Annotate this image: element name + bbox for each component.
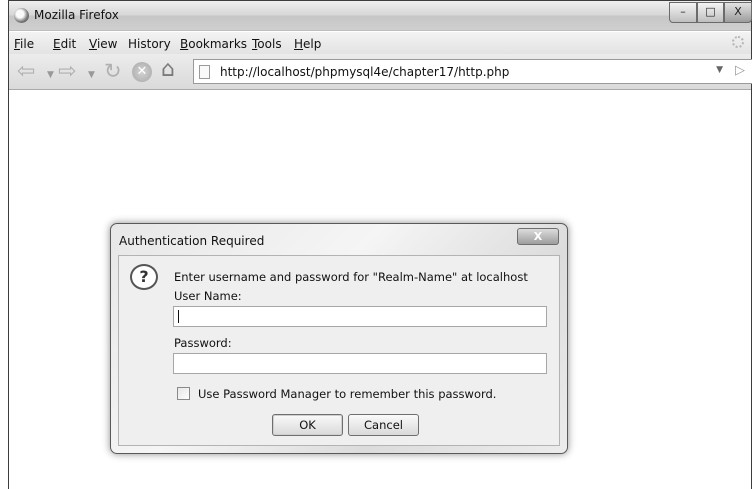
close-window-button[interactable]: X [724,2,752,23]
dialog-body: ? Enter username and password for "Realm… [118,255,560,446]
url-text[interactable]: http://localhost/phpmysql4e/chapter17/ht… [220,65,509,79]
forward-arrow-icon[interactable]: ⇨ [58,61,76,83]
menu-tools-label: ools [257,37,282,51]
remember-password-checkbox[interactable] [177,387,190,400]
password-input[interactable] [173,353,547,374]
question-icon: ? [130,264,158,290]
url-dropdown-icon[interactable]: ▼ [716,65,723,75]
throbber-icon [732,36,744,48]
back-arrow-icon[interactable]: ⇦ [17,61,35,83]
dialog-title: Authentication Required [119,234,265,248]
title-bar: Mozilla Firefox – □ X [9,1,752,31]
auth-prompt: Enter username and password for "Realm-N… [174,270,528,284]
back-history-dropdown-icon[interactable]: ▼ [47,65,54,85]
menu-help[interactable]: Help [294,37,321,51]
menu-history[interactable]: History [128,37,171,51]
menu-view[interactable]: View [89,37,117,51]
menu-view-mnemonic: V [89,37,97,51]
home-icon[interactable]: ⌂ [161,59,175,81]
menu-bar: File Edit View History Bookmarks Tools H… [9,32,751,54]
firefox-logo-icon [14,8,29,23]
page-icon [199,65,210,79]
menu-history-label: History [128,37,171,51]
menu-edit[interactable]: Edit [53,37,76,51]
stop-icon[interactable]: ✕ [132,62,152,82]
url-bar[interactable]: http://localhost/phpmysql4e/chapter17/ht… [193,59,752,84]
text-caret [178,310,179,323]
menu-tools[interactable]: Tools [252,37,282,51]
remember-password-label[interactable]: Use Password Manager to remember this pa… [198,387,496,401]
reload-icon[interactable]: ↻ [104,61,122,82]
forward-history-dropdown-icon[interactable]: ▼ [88,65,95,85]
password-label: Password: [174,336,232,350]
username-input[interactable] [173,306,547,327]
menu-bookmarks-mnemonic: B [180,37,189,51]
username-label: User Name: [174,289,242,303]
ok-button[interactable]: OK [272,414,343,436]
minimize-button[interactable]: – [669,2,697,23]
navigation-toolbar: ⇦ ▼ ⇨ ▼ ↻ ✕ ⌂ http://localhost/phpmysql4… [9,54,752,90]
maximize-button[interactable]: □ [697,2,724,23]
dialog-close-button[interactable]: X [517,228,559,245]
menu-view-label: iew [96,37,118,51]
menu-help-mnemonic: H [294,37,304,51]
menu-edit-mnemonic: E [53,37,61,51]
cancel-button[interactable]: Cancel [348,414,419,436]
menu-edit-label: dit [60,37,77,51]
menu-file[interactable]: File [14,37,34,51]
menu-file-label: ile [20,37,35,51]
window-title: Mozilla Firefox [34,8,119,22]
menu-help-label: elp [303,37,322,51]
menu-bookmarks-label: ookmarks [188,37,248,51]
menu-bookmarks[interactable]: Bookmarks [180,37,247,51]
authentication-dialog: Authentication Required X ? Enter userna… [110,223,568,454]
go-arrow-icon[interactable]: ▷ [735,63,745,78]
